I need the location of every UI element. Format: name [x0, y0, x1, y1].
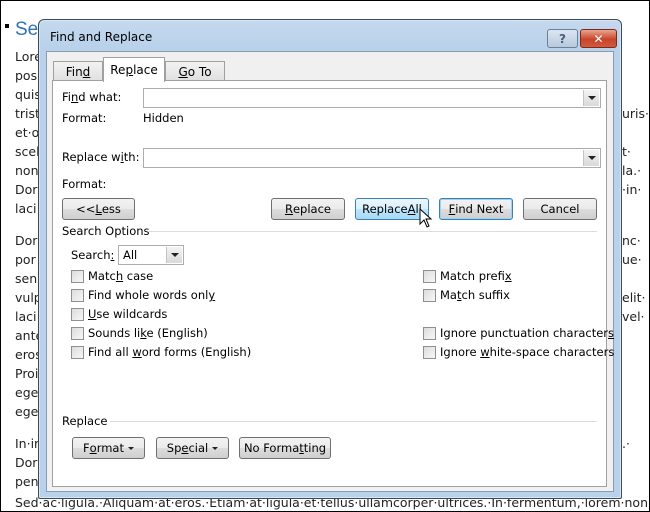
find-next-button[interactable]: Find Next — [439, 198, 513, 220]
replace-group-title: Replace — [62, 414, 108, 428]
tab-find-label: Fin — [65, 64, 83, 79]
checkbox[interactable] — [71, 327, 84, 340]
find-what-label: Find what: — [62, 90, 122, 104]
less-button[interactable]: << Less — [62, 198, 135, 220]
document-line-fragment: pos — [15, 68, 38, 83]
find-format-label: Format: — [62, 111, 107, 125]
checkbox-label[interactable]: Match case — [88, 269, 153, 283]
checkbox-label[interactable]: Sounds like (English) — [88, 326, 208, 340]
checkbox[interactable] — [71, 289, 84, 302]
tab-replace[interactable]: Re p lace — [103, 57, 165, 82]
document-line-fragment: ·in· — [622, 182, 642, 197]
search-options-title: Search Options — [62, 224, 150, 238]
replace-with-label: Replace with: — [62, 150, 140, 164]
tab-replace-accesskey: p — [125, 63, 134, 77]
document-line-fragment: quis — [15, 87, 41, 102]
checkbox-label[interactable]: Find all word forms (English) — [88, 345, 251, 359]
tab-find[interactable]: Fin d — [53, 61, 103, 81]
search-direction-label: Search: — [71, 248, 115, 262]
replace-format-label: Format: — [62, 177, 107, 191]
document-line-fragment: trist — [15, 106, 40, 121]
document-line-fragment: Dor — [15, 182, 38, 197]
find-format-value: Hidden — [143, 111, 184, 125]
document-line-fragment: ue· — [622, 252, 642, 267]
document-line-fragment: Dor — [15, 233, 38, 248]
document-line-fragment: por — [15, 252, 36, 267]
checkbox[interactable] — [71, 270, 84, 283]
search-direction-select[interactable]: All — [118, 245, 184, 265]
mouse-pointer-icon — [419, 208, 433, 228]
replace-panel: Find what: Format: Hidden Replace with: … — [52, 80, 614, 487]
document-line-fragment: sen — [15, 271, 38, 286]
close-button[interactable]: ✕ — [580, 29, 617, 48]
document-line-fragment: non — [15, 163, 39, 178]
chevron-down-icon — [587, 156, 596, 160]
replace-with-input[interactable] — [143, 148, 601, 168]
document-line-fragment: t· — [622, 144, 631, 159]
document-line-fragment: vel· — [622, 309, 645, 324]
document-line-fragment: scel — [15, 144, 40, 159]
no-formatting-button[interactable]: No Forma t ting — [239, 437, 331, 459]
document-line-fragment: uris· — [622, 106, 650, 121]
checkbox-label[interactable]: Match prefix — [440, 269, 512, 283]
cancel-button[interactable]: Cancel — [523, 198, 597, 220]
tab-goto-accesskey: G — [178, 64, 188, 79]
document-line-fragment: .· — [622, 436, 630, 451]
help-icon: ? — [559, 31, 566, 46]
document-line-fragment: Dor — [15, 455, 38, 470]
replace-all-button[interactable]: Replace All — [355, 198, 429, 220]
document-line-fragment: la.· — [622, 163, 642, 178]
document-line-fragment: elit· — [622, 290, 646, 305]
screen: Se Lore pos quis trist et·o scel non Dor laci Dor… — [0, 0, 650, 512]
replace-with-dropdown-button[interactable] — [583, 150, 599, 166]
document-line-fragment: Proi — [15, 366, 39, 381]
search-options-divider — [149, 231, 597, 232]
caret-down-icon — [212, 446, 219, 450]
document-line-fragment: pen — [15, 474, 39, 489]
chevron-down-icon — [170, 253, 179, 257]
replace-group-divider — [110, 421, 597, 422]
find-what-input[interactable] — [143, 88, 601, 108]
checkbox-label[interactable]: Ignore white-space characters — [440, 345, 614, 359]
document-line-fragment: ege — [15, 385, 39, 400]
search-direction-value: All — [123, 248, 138, 262]
document-heading: Se — [15, 19, 39, 40]
tab-find-accesskey: d — [82, 64, 91, 79]
replace-button[interactable]: Replace — [271, 198, 345, 220]
checkbox[interactable] — [71, 346, 84, 359]
caret-down-icon — [127, 446, 134, 450]
checkbox-label[interactable]: Match suffix — [440, 288, 510, 302]
tab-goto-label: o To — [187, 64, 212, 79]
tab-replace-label-rest: lace — [133, 63, 158, 77]
document-line-fragment: laci — [15, 201, 37, 216]
tab-goto[interactable]: Go To — [165, 61, 225, 81]
document-line-fragment: In·ir — [15, 436, 40, 451]
heading-bullet — [5, 24, 9, 28]
document-line-fragment: nc· — [622, 233, 641, 248]
checkbox-label[interactable]: Ignore punctuation characters — [440, 326, 614, 340]
checkbox[interactable] — [71, 308, 84, 321]
special-menu-button[interactable]: Sp e cial — [156, 437, 229, 459]
checkbox-label[interactable]: Use wildcards — [88, 307, 167, 321]
search-direction-dropdown-button[interactable] — [166, 247, 182, 263]
dialog-titlebar[interactable]: Find and Replace ? ✕ — [39, 20, 621, 50]
tab-replace-label: Re — [110, 63, 126, 77]
document-line-fragment: ege — [15, 404, 39, 419]
document-line-fragment: laci — [15, 309, 37, 324]
checkbox[interactable] — [423, 270, 436, 283]
chevron-down-icon — [587, 96, 596, 100]
find-what-dropdown-button[interactable] — [583, 90, 599, 106]
format-menu-button[interactable]: Fo rmat — [72, 437, 145, 459]
find-replace-dialog: Find and Replace ? ✕ Fin d Re p lace Go To — [38, 19, 622, 499]
help-button[interactable]: ? — [547, 29, 578, 48]
checkbox[interactable] — [423, 346, 436, 359]
dialog-client: Fin d Re p lace Go To Find what: Format:… — [46, 51, 614, 492]
checkbox-label[interactable]: Find whole words only — [88, 288, 215, 302]
close-icon: ✕ — [593, 31, 604, 46]
document-line-fragment: et·o — [15, 125, 40, 140]
checkbox[interactable] — [423, 327, 436, 340]
checkbox[interactable] — [423, 289, 436, 302]
dialog-title: Find and Replace — [50, 30, 153, 44]
